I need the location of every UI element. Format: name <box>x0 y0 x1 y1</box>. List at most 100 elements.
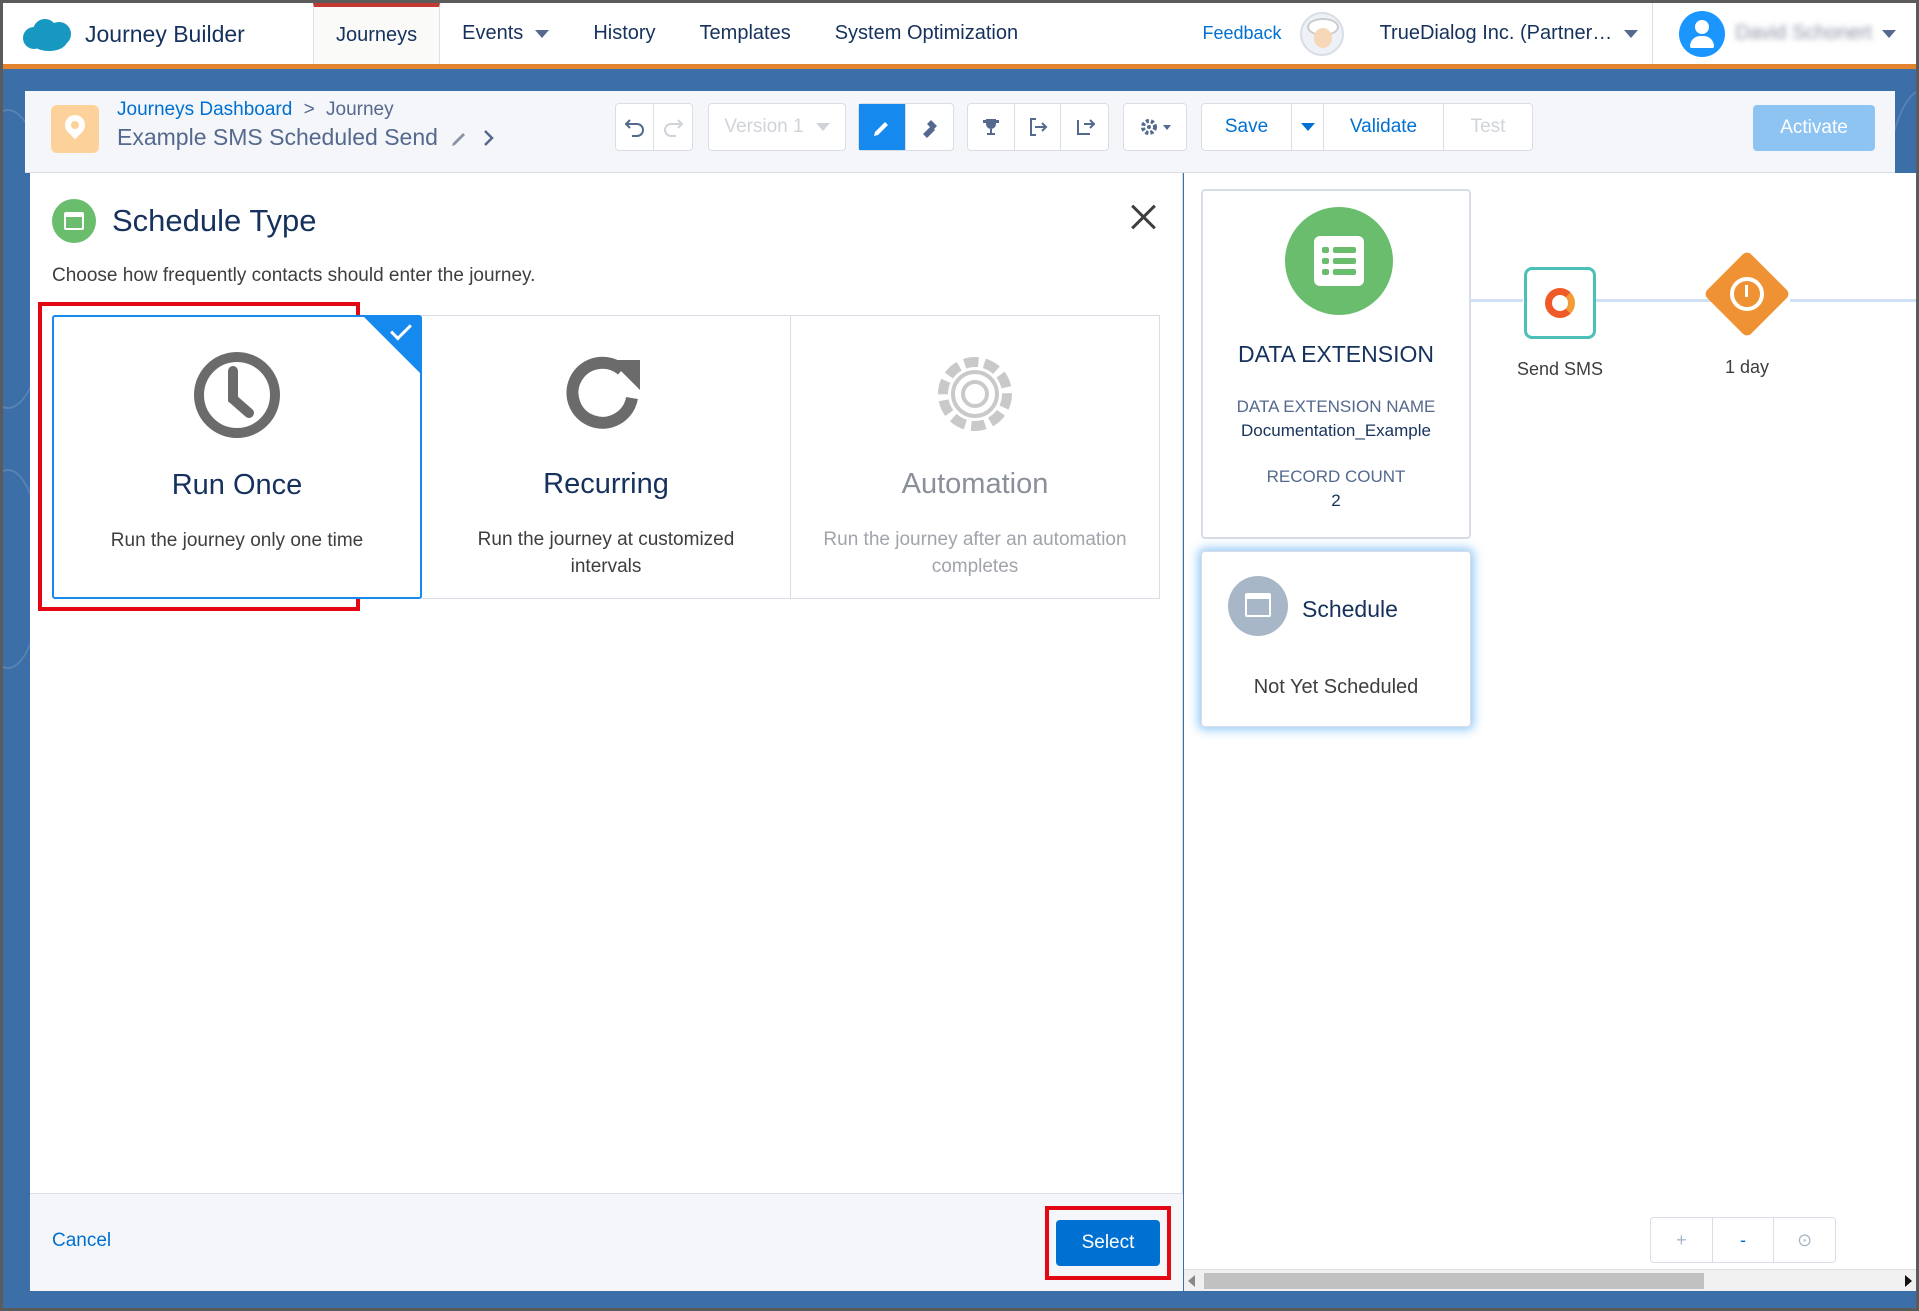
brand[interactable]: Journey Builder <box>23 17 245 51</box>
chevron-down-icon[interactable] <box>1624 29 1639 38</box>
breadcrumb: Journeys Dashboard > Journey <box>117 99 394 121</box>
undo-button[interactable] <box>616 104 654 150</box>
reentry-button[interactable] <box>1061 104 1108 150</box>
edit-mode-button[interactable] <box>859 104 906 150</box>
chevron-down-icon <box>1300 123 1315 131</box>
zoom-controls: + - ⊙ <box>1650 1217 1836 1263</box>
tab-history[interactable]: History <box>571 3 677 64</box>
user-name[interactable]: David Schonert <box>1735 22 1872 45</box>
option-label: Recurring <box>543 468 669 500</box>
refresh-icon <box>566 356 640 429</box>
select-button[interactable]: Select <box>1056 1220 1160 1266</box>
stamp-icon <box>922 120 937 138</box>
divider <box>1652 3 1654 64</box>
panel-title: Schedule Type <box>112 203 317 238</box>
preview-mode-button[interactable] <box>906 104 953 150</box>
tab-label: Templates <box>699 22 791 44</box>
breadcrumb-current: Journey <box>326 99 394 120</box>
exit-criteria-button[interactable] <box>1015 104 1062 150</box>
reentry-icon <box>1076 119 1096 135</box>
connector-line <box>1596 299 1718 302</box>
pencil-icon <box>874 122 888 136</box>
zoom-fit-button[interactable]: ⊙ <box>1774 1218 1835 1262</box>
scroll-left-icon[interactable] <box>1188 1275 1195 1287</box>
app-title: Journey Builder <box>85 20 245 47</box>
tab-label: System Optimization <box>834 22 1019 44</box>
trophy-icon <box>982 119 999 135</box>
option-description: Run the journey only one time <box>110 530 364 551</box>
tab-journeys[interactable]: Journeys <box>313 3 441 64</box>
close-icon[interactable] <box>1130 203 1158 231</box>
wait-activity[interactable] <box>1703 250 1791 338</box>
journey-canvas: DATA EXTENSION DATA EXTENSION NAME Docum… <box>1184 173 1916 1291</box>
activate-button[interactable]: Activate <box>1753 105 1875 151</box>
user-avatar-icon[interactable] <box>1679 10 1726 57</box>
tab-templates[interactable]: Templates <box>678 3 813 64</box>
exit-icon <box>1029 118 1047 136</box>
chevron-right-icon[interactable] <box>482 128 496 148</box>
option-run-once[interactable]: Run Once Run the journey only one time <box>52 315 422 599</box>
option-description: Run the journey after an automation comp… <box>823 529 1127 577</box>
validate-button[interactable]: Validate <box>1324 104 1444 150</box>
feedback-link[interactable]: Feedback <box>1203 23 1282 44</box>
selected-indicator <box>363 316 421 374</box>
calendar-icon <box>52 199 96 243</box>
test-button[interactable]: Test <box>1444 104 1532 150</box>
option-label: Run Once <box>171 469 303 501</box>
entry-name-value: Documentation_Example <box>1241 421 1431 440</box>
journey-title: Example SMS Scheduled Send <box>117 124 496 151</box>
entry-count-value: 2 <box>1331 491 1341 510</box>
save-options-button[interactable] <box>1292 104 1324 150</box>
save-button[interactable]: Save <box>1202 104 1292 150</box>
version-select[interactable]: Version 1 <box>708 103 846 151</box>
redo-icon <box>664 119 684 137</box>
breadcrumb-journeys-dashboard[interactable]: Journeys Dashboard <box>117 99 292 120</box>
schedule-card[interactable]: Schedule Not Yet Scheduled <box>1201 551 1471 727</box>
tab-events[interactable]: Events <box>440 3 571 64</box>
schedule-type-panel: Schedule Type Choose how frequently cont… <box>30 173 1183 1291</box>
clock-icon <box>194 352 280 438</box>
journey-name: Example SMS Scheduled Send <box>117 124 438 150</box>
data-extension-icon <box>1285 207 1393 315</box>
zoom-in-button[interactable]: + <box>1651 1218 1713 1262</box>
entry-source-card[interactable]: DATA EXTENSION DATA EXTENSION NAME Docum… <box>1201 189 1471 539</box>
scrollbar-thumb[interactable] <box>1204 1273 1704 1289</box>
goal-button[interactable] <box>968 104 1015 150</box>
journey-toolbar: Journeys Dashboard > Journey Example SMS… <box>25 91 1895 173</box>
tab-label: Events <box>462 22 524 44</box>
top-nav: Journey Builder Journeys Events History … <box>3 3 1916 69</box>
einstein-avatar-icon[interactable] <box>1299 11 1344 56</box>
option-description: Run the journey at customized intervals <box>477 529 735 577</box>
activity-label: Send SMS <box>1516 359 1604 379</box>
redo-button[interactable] <box>654 104 692 150</box>
horizontal-scrollbar[interactable] <box>1184 1269 1916 1291</box>
schedule-title: Schedule <box>1302 596 1398 622</box>
entry-title: DATA EXTENSION <box>1238 341 1434 367</box>
org-switcher[interactable]: TrueDialog Inc. (Partner… <box>1380 22 1613 45</box>
chevron-down-icon[interactable] <box>1882 29 1896 38</box>
mode-group <box>858 103 954 151</box>
save-validate-group: Save Validate Test <box>1201 103 1533 151</box>
version-label: Version 1 <box>724 116 804 137</box>
cancel-button[interactable]: Cancel <box>52 1230 111 1252</box>
option-recurring[interactable]: Recurring Run the journey at customized … <box>421 315 791 599</box>
settings-button[interactable] <box>1124 104 1186 150</box>
nav-tabs: Journeys Events History Templates System… <box>313 3 1040 64</box>
send-sms-activity[interactable] <box>1524 267 1596 339</box>
schedule-status: Not Yet Scheduled <box>1253 676 1419 698</box>
undo-icon <box>624 119 644 137</box>
pencil-icon[interactable] <box>450 128 470 148</box>
version-dropdown[interactable]: Version 1 <box>709 104 845 150</box>
app-window: Journey Builder Journeys Events History … <box>0 0 1919 1311</box>
tab-system-optimization[interactable]: System Optimization <box>813 3 1040 64</box>
chevron-down-icon <box>535 29 550 38</box>
zoom-out-button[interactable]: - <box>1713 1218 1775 1262</box>
option-label: Automation <box>901 468 1049 500</box>
option-automation[interactable]: Automation Run the journey after an auto… <box>790 315 1160 599</box>
calendar-icon <box>1228 576 1288 636</box>
test-label: Test <box>1470 116 1506 137</box>
panel-footer: Cancel Select <box>30 1193 1183 1291</box>
panel-description: Choose how frequently contacts should en… <box>52 265 536 286</box>
scroll-right-icon[interactable] <box>1905 1275 1912 1287</box>
goal-exit-group <box>967 103 1109 151</box>
